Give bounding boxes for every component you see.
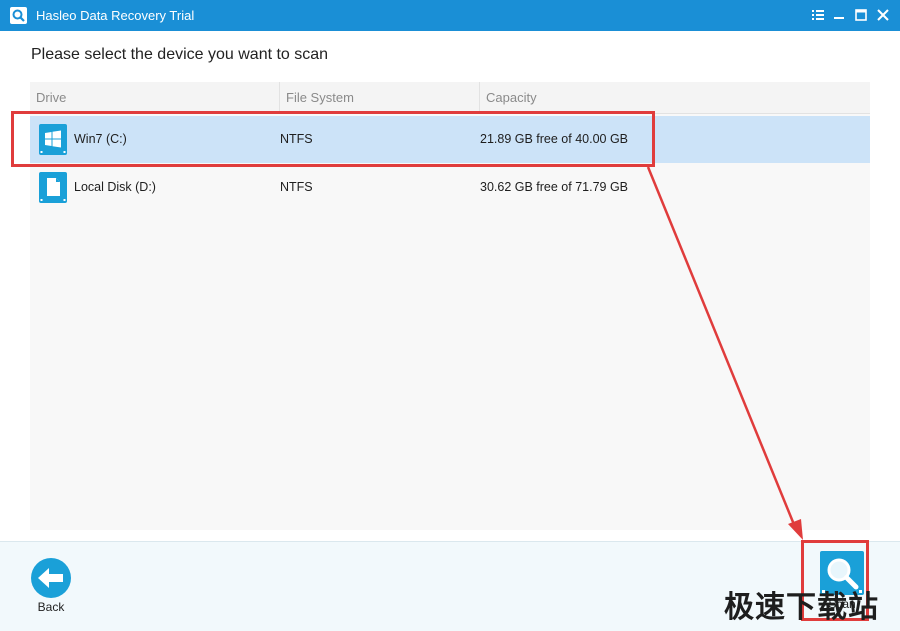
title-bar: Hasleo Data Recovery Trial (0, 0, 900, 31)
back-label: Back (37, 600, 65, 614)
minimize-icon (834, 17, 844, 19)
back-button[interactable] (30, 557, 72, 599)
table-header: Drive File System Capacity (30, 82, 870, 114)
drive-name: Local Disk (D:) (74, 180, 156, 194)
column-separator (279, 82, 280, 113)
column-separator (479, 82, 480, 113)
windows-drive-icon (39, 124, 67, 155)
drive-name: Win7 (C:) (74, 132, 127, 146)
capacity-value: 30.62 GB free of 71.79 GB (480, 180, 629, 194)
back-arrow-icon (31, 558, 71, 598)
maximize-button[interactable] (852, 6, 870, 24)
table-row-drive-c[interactable]: Win7 (C:) NTFS 21.89 GB free of 40.00 GB (30, 116, 870, 163)
capacity-value: 21.89 GB free of 40.00 GB (480, 132, 629, 146)
menu-icon (812, 10, 824, 20)
column-header-drive[interactable]: Drive (36, 82, 66, 113)
window-title: Hasleo Data Recovery Trial (36, 8, 195, 23)
file-system-value: NTFS (280, 180, 313, 194)
maximize-icon (855, 9, 867, 21)
column-header-file-system[interactable]: File System (286, 82, 354, 113)
disk-file-icon (39, 172, 67, 203)
minimize-button[interactable] (830, 6, 848, 24)
menu-button[interactable] (809, 6, 827, 24)
file-system-value: NTFS (280, 132, 313, 146)
page-heading: Please select the device you want to sca… (31, 46, 329, 63)
app-logo-icon (10, 7, 27, 24)
table-row-drive-d[interactable]: Local Disk (D:) NTFS 30.62 GB free of 71… (30, 164, 870, 211)
watermark: 极速下载站 (724, 590, 879, 625)
close-icon (877, 9, 889, 21)
close-button[interactable] (874, 6, 892, 24)
column-header-capacity[interactable]: Capacity (486, 82, 537, 113)
